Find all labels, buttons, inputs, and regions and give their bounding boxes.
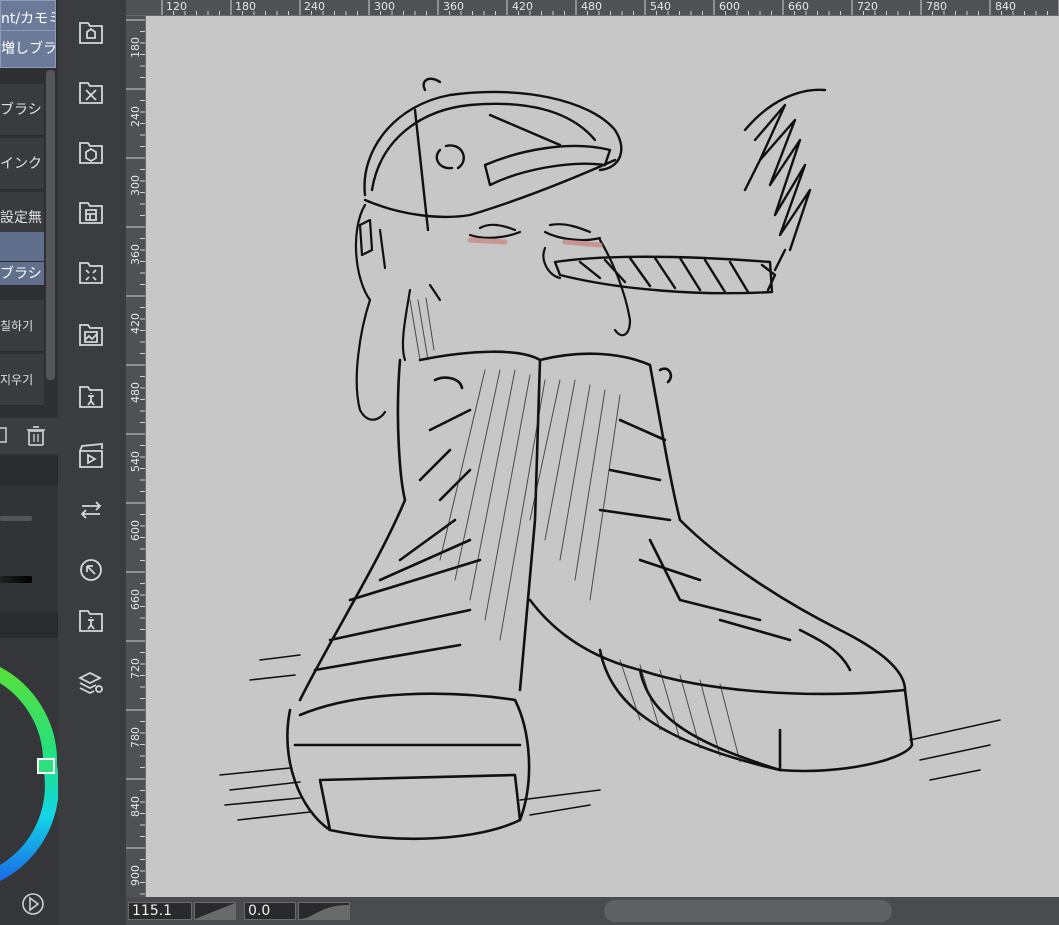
ruler-top-label: 660 — [788, 0, 809, 13]
ruler-top-label: 480 — [581, 0, 602, 13]
opacity-slider[interactable] — [0, 576, 32, 583]
brush-list-scrollbar[interactable] — [46, 70, 55, 380]
color-wheel-handle[interactable] — [37, 758, 55, 774]
status-bar: 115.1 0.0 — [126, 897, 1059, 925]
layout-material-icon[interactable] — [79, 202, 103, 224]
material-icon-strip — [58, 0, 126, 925]
brush-item-label: 칠하기 — [0, 319, 34, 333]
ruler-left-label: 780 — [129, 727, 142, 748]
cap-sketch — [363, 77, 623, 232]
ruler-top-label: 720 — [857, 0, 878, 13]
color-panel-header — [0, 612, 58, 638]
ruler-left-label: 180 — [129, 37, 142, 58]
size-slider[interactable] — [0, 516, 32, 521]
3d-material-icon[interactable] — [79, 142, 103, 164]
ruler-left-label: 600 — [129, 520, 142, 541]
home-material-icon[interactable] — [79, 22, 103, 44]
ruler-top-label: 540 — [650, 0, 671, 13]
ruler-left-label: 240 — [129, 106, 142, 127]
ruler-top-label: 840 — [995, 0, 1016, 13]
ruler-top-label: 240 — [304, 0, 325, 13]
ruler-top-label: 180 — [235, 0, 256, 13]
brush-size-area — [0, 486, 58, 610]
brush-panel-toolbar — [0, 418, 58, 454]
brush-item-label: 지우기 — [0, 373, 34, 387]
right-boot-sketch — [528, 352, 914, 773]
effect-material-icon[interactable] — [79, 262, 103, 284]
tools-material-icon[interactable] — [79, 82, 103, 104]
brush-item-label: 設定無 — [0, 210, 42, 226]
brush-item-2[interactable]: インク — [0, 138, 44, 190]
ruler-left-label: 300 — [129, 175, 142, 196]
ruler-top-label: 300 — [374, 0, 395, 13]
sketch-artwork — [219, 77, 1001, 841]
navigator-icon[interactable] — [80, 559, 102, 581]
brush-set-tab-2[interactable]: 増しブラ — [0, 30, 56, 68]
layer-materials-icon[interactable] — [77, 671, 103, 695]
pose-material-icon[interactable] — [79, 610, 103, 632]
rotation-field[interactable]: 0.0 — [244, 902, 296, 920]
ruler-left-label: 540 — [129, 451, 142, 472]
figure-material-icon[interactable] — [79, 386, 103, 408]
ruler-top-label: 600 — [719, 0, 740, 13]
trash-icon[interactable] — [27, 426, 45, 446]
zoom-field[interactable]: 115.1 — [128, 902, 192, 920]
brush-item-4[interactable] — [0, 232, 44, 262]
brush-item-label: ブラシ — [0, 266, 42, 282]
ruler-left-label: 420 — [129, 313, 142, 334]
ruler-horizontal: 120 180 240 300 360 420 480 540 600 660 … — [126, 0, 1059, 16]
brush-item-fill[interactable]: 칠하기 — [0, 300, 44, 352]
brush-item-erase[interactable]: 지우기 — [0, 354, 44, 406]
ruler-left-label: 840 — [129, 796, 142, 817]
cigarette-sketch — [553, 255, 777, 295]
rotation-value: 0.0 — [248, 903, 271, 919]
play-icon[interactable] — [22, 893, 44, 915]
ruler-vertical: 180 240 300 360 420 480 540 600 660 720 … — [126, 16, 146, 897]
ruler-top-label: 420 — [512, 0, 533, 13]
swap-icon[interactable] — [80, 501, 102, 519]
brush-item-label: ブラシ — [0, 102, 42, 118]
horizontal-scrollbar[interactable] — [604, 900, 892, 922]
color-wheel-panel — [0, 638, 58, 925]
ruler-top-label: 120 — [166, 0, 187, 13]
drawing-canvas[interactable] — [146, 16, 1059, 897]
smoke-sketch — [743, 88, 827, 272]
duplicate-icon[interactable] — [0, 427, 7, 443]
animation-icon[interactable] — [79, 443, 103, 468]
zoom-value: 115.1 — [132, 903, 173, 919]
brush-item-5[interactable]: ブラシ — [0, 262, 44, 286]
brush-item-label: インク — [0, 156, 42, 172]
ruler-top-label: 360 — [443, 0, 464, 13]
ruler-left-label: 720 — [129, 658, 142, 679]
image-material-icon[interactable] — [79, 324, 103, 346]
ruler-top-label: 780 — [926, 0, 947, 13]
brush-item-1[interactable]: ブラシ — [0, 84, 44, 136]
ruler-left-label: 900 — [129, 865, 142, 886]
sub-tool-panel: nt/カモミ 増しブラ ブラシ インク 設定無 ブラシ 칠하기 지우기 — [0, 0, 58, 925]
ruler-left-label: 480 — [129, 382, 142, 403]
ruler-left-label: 360 — [129, 244, 142, 265]
left-boot-sketch — [286, 350, 542, 841]
zoom-slider[interactable] — [194, 902, 236, 920]
rotation-slider[interactable] — [298, 902, 350, 920]
panel-header — [0, 456, 58, 486]
ruler-left-label: 660 — [129, 589, 142, 610]
